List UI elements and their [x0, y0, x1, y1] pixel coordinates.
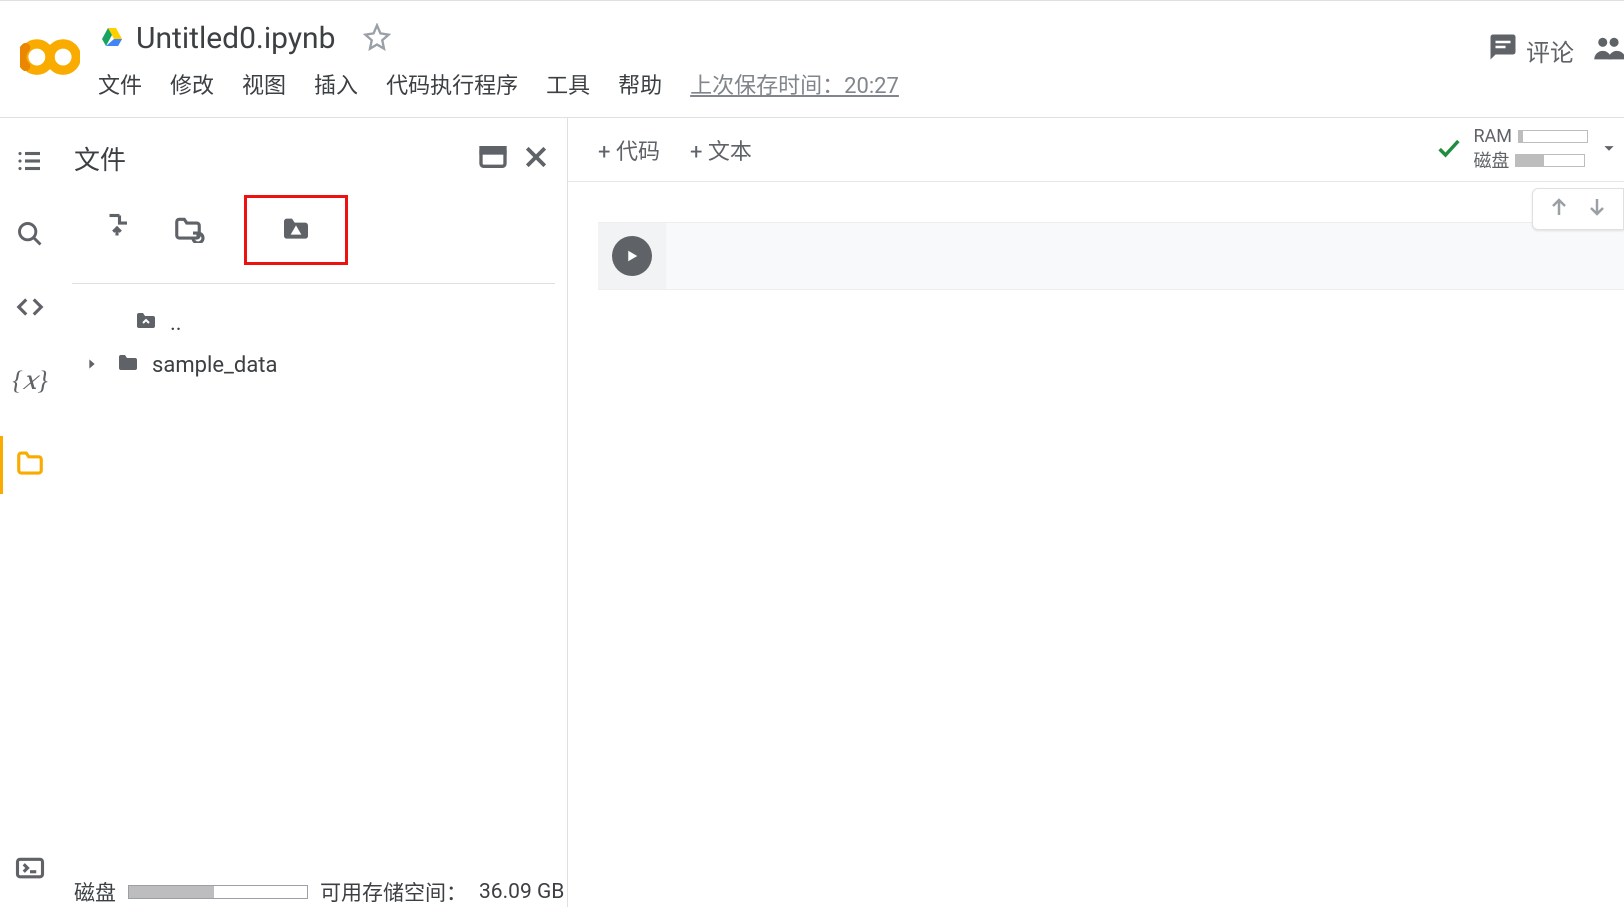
code-input[interactable] — [666, 223, 1624, 289]
parent-folder-row[interactable]: .. — [74, 302, 553, 344]
star-icon[interactable] — [363, 23, 391, 55]
file-tree: .. sample_data — [60, 284, 567, 404]
check-icon — [1435, 134, 1463, 166]
menu-tools[interactable]: 工具 — [546, 68, 590, 100]
menu-help[interactable]: 帮助 — [618, 68, 662, 100]
code-cell[interactable] — [598, 222, 1624, 290]
folder-row-sample-data[interactable]: sample_data — [74, 344, 553, 386]
menu-file[interactable]: 文件 — [98, 68, 142, 100]
add-text-button[interactable]: + 文本 — [690, 134, 752, 166]
share-icon[interactable] — [1590, 31, 1624, 69]
move-down-icon[interactable] — [1585, 195, 1609, 223]
main-toolbar: + 代码 + 文本 RAM 磁盘 — [568, 118, 1624, 182]
document-title[interactable]: Untitled0.ipynb — [136, 21, 335, 56]
menu-insert[interactable]: 插入 — [314, 68, 358, 100]
run-cell-button[interactable] — [598, 223, 666, 289]
variables-icon[interactable]: {𝑥} — [12, 366, 47, 396]
disk-label: 磁盘 — [74, 877, 116, 907]
comment-label: 评论 — [1526, 33, 1574, 68]
disk-available-label: 可用存储空间： — [320, 877, 467, 907]
ram-label: RAM — [1473, 126, 1512, 147]
folder-up-icon — [132, 308, 160, 338]
code-snippets-icon[interactable] — [15, 292, 45, 326]
file-toolbar — [72, 195, 555, 284]
file-panel-title: 文件 — [74, 140, 471, 177]
upload-file-icon[interactable] — [102, 211, 132, 249]
main-area: + 代码 + 文本 RAM 磁盘 — [568, 118, 1624, 907]
search-icon[interactable] — [16, 220, 44, 252]
play-icon — [612, 236, 652, 276]
menu-bar: 文件 修改 视图 插入 代码执行程序 工具 帮助 上次保存时间：20:27 — [98, 68, 1488, 100]
disk-available-value: 36.09 GB — [479, 880, 564, 904]
file-panel: 文件 — [60, 118, 568, 907]
comment-button[interactable]: 评论 — [1488, 32, 1574, 68]
disk-usage-bar — [128, 885, 308, 899]
save-status[interactable]: 上次保存时间：20:27 — [690, 68, 899, 100]
ram-bar — [1518, 130, 1588, 143]
toc-icon[interactable] — [15, 146, 45, 180]
add-code-button[interactable]: + 代码 — [598, 134, 660, 166]
terminal-icon[interactable] — [15, 853, 45, 887]
folder-icon — [114, 350, 142, 380]
mount-drive-highlight — [244, 195, 348, 265]
connection-status[interactable]: RAM 磁盘 — [1435, 126, 1620, 173]
disk-bar-2 — [1515, 154, 1585, 167]
disk-label-2: 磁盘 — [1473, 147, 1509, 173]
comment-icon — [1488, 32, 1518, 68]
new-window-icon[interactable] — [477, 141, 509, 177]
chevron-right-icon[interactable] — [84, 353, 104, 378]
refresh-folder-icon[interactable] — [170, 213, 206, 247]
menu-view[interactable]: 视图 — [242, 68, 286, 100]
cell-actions — [1532, 188, 1624, 230]
menu-edit[interactable]: 修改 — [170, 68, 214, 100]
parent-folder-label: .. — [170, 311, 182, 336]
header: Untitled0.ipynb 文件 修改 视图 插入 代码执行程序 工具 帮助… — [0, 0, 1624, 118]
close-icon[interactable] — [521, 142, 551, 176]
move-up-icon[interactable] — [1547, 195, 1571, 223]
folder-label: sample_data — [152, 353, 277, 378]
menu-runtime[interactable]: 代码执行程序 — [386, 68, 518, 100]
chevron-down-icon[interactable] — [1598, 137, 1620, 163]
left-rail: {𝑥} — [0, 118, 60, 907]
mount-drive-icon[interactable] — [277, 212, 315, 248]
drive-icon — [98, 25, 126, 53]
colab-logo-icon — [20, 21, 98, 91]
disk-status: 磁盘 可用存储空间： 36.09 GB — [60, 869, 567, 907]
files-icon[interactable] — [15, 448, 45, 482]
